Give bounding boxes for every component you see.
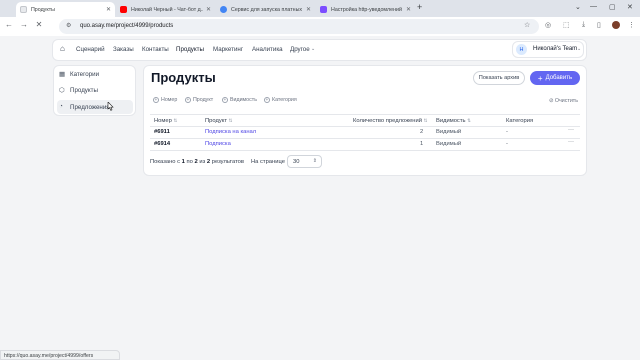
cell-number[interactable]: #6911 (154, 129, 170, 135)
add-product-button[interactable]: + Добавить (530, 71, 580, 85)
col-header-category: Категория (506, 118, 534, 124)
cell-visibility: Видимый (436, 141, 462, 147)
cell-offers: 1 (420, 141, 424, 147)
nav-marketing[interactable]: Маркетинг (213, 46, 243, 53)
team-name: Николай's Team (533, 46, 578, 52)
sidepanel-icon[interactable]: ▯ (597, 21, 601, 29)
back-icon[interactable]: ← (4, 20, 14, 29)
per-page-label: На странице (251, 159, 285, 165)
cell-product-link[interactable]: Подписка на канал (205, 129, 256, 135)
page-title: Продукты (151, 70, 216, 85)
filter-chip-visibility[interactable]: + Видимость (222, 97, 257, 103)
nav-other[interactable]: Другое (290, 46, 310, 53)
team-avatar: Н (516, 44, 527, 55)
window-close-icon[interactable]: ✕ (627, 3, 633, 11)
grid-icon: ▦ (59, 71, 66, 78)
close-tab-icon[interactable]: ✕ (406, 6, 411, 13)
box-icon: ⬡ (59, 87, 65, 94)
divider (150, 114, 580, 115)
menu-kebab-icon[interactable]: ⋮ (628, 21, 635, 29)
browser-tab[interactable]: Настройка http-уведомлений ... ✕ (316, 2, 415, 17)
youtube-icon (120, 6, 127, 13)
filter-chip-category[interactable]: + Категория (264, 97, 297, 103)
browser-tab-active[interactable]: Продукты ✕ (16, 2, 115, 17)
mouse-pointer-icon (107, 102, 114, 111)
divider (150, 138, 580, 139)
cell-product-link[interactable]: Подписка (205, 141, 231, 147)
cell-number[interactable]: #6914 (154, 141, 170, 147)
nav-scenario[interactable]: Сценарий (76, 46, 105, 53)
plus-circle-icon: + (264, 96, 270, 103)
plus-circle-icon: + (222, 96, 228, 103)
extensions-puzzle-icon[interactable]: ⬚ (563, 21, 570, 29)
site-info-icon[interactable]: ⚙ (66, 22, 71, 29)
nav-contacts[interactable]: Контакты (142, 46, 169, 53)
nav-analytics[interactable]: Аналитика (252, 46, 283, 53)
bookmark-star-icon[interactable]: ☆ (524, 21, 530, 29)
stop-loading-icon[interactable]: ✕ (34, 20, 44, 29)
sort-icon: ⇅ (173, 118, 178, 123)
row-actions-icon[interactable]: ··· (568, 127, 574, 133)
browser-tab[interactable]: Николай Черный - Чат-бот д... ✕ (116, 2, 215, 17)
row-actions-icon[interactable]: ··· (568, 139, 574, 145)
sidebar-item-products[interactable]: Продукты (57, 83, 133, 97)
browser-status-url: https://quo.asay.me/project/4999/offers (0, 350, 120, 360)
globe-icon (220, 6, 227, 13)
col-header-offers[interactable]: Количество предложений ⇅ (353, 118, 427, 124)
plus-icon: + (537, 73, 543, 83)
extension-icon[interactable]: ◎ (545, 21, 551, 29)
maximize-icon[interactable]: ▢ (609, 3, 616, 11)
new-tab-button[interactable]: + (417, 2, 422, 12)
download-icon[interactable]: ⤓ (582, 21, 585, 29)
per-page-select[interactable]: 30 ⇕ (287, 155, 322, 168)
divider (150, 150, 580, 151)
sidebar-item-offers[interactable]: Предложения (57, 100, 133, 114)
divider (150, 126, 580, 127)
sort-icon: ⇅ (228, 118, 233, 123)
chevron-down-icon: ⌄ (577, 46, 582, 52)
plus-circle-icon: + (153, 96, 159, 103)
show-archive-button[interactable]: Показать архив (473, 71, 525, 85)
clear-filters-button[interactable]: ⊘ Очистить (549, 98, 578, 104)
chevron-updown-icon: ⇕ (312, 158, 317, 164)
minimize-icon[interactable]: — (590, 3, 597, 10)
profile-avatar[interactable] (612, 21, 620, 29)
col-header-visibility[interactable]: Видимость ⇅ (436, 118, 471, 124)
tag-icon: ◔ (59, 103, 63, 110)
plus-circle-icon: + (185, 96, 191, 103)
filter-chip-number[interactable]: + Номер (153, 97, 177, 103)
close-tab-icon[interactable]: ✕ (206, 6, 211, 13)
col-header-number[interactable]: Номер ⇅ (154, 118, 177, 124)
tab-search-icon[interactable]: ⌄ (575, 3, 581, 11)
col-header-product[interactable]: Продукт ⇅ (205, 118, 232, 124)
sort-icon: ⇅ (423, 118, 428, 123)
browser-tab[interactable]: Сервис для запуска платных с... ✕ (216, 2, 315, 17)
cell-visibility: Видимый (436, 129, 462, 135)
sidebar-item-categories[interactable]: Категории (57, 67, 133, 81)
page-favicon-icon (20, 6, 27, 13)
chevron-down-icon: ⌄ (311, 46, 316, 52)
url-text[interactable]: quo.asay.me/project/4999/products (80, 23, 173, 29)
nav-products[interactable]: Продукты (176, 46, 204, 53)
forward-icon[interactable]: → (19, 20, 29, 29)
filter-chip-product[interactable]: + Продукт (185, 97, 213, 103)
site-icon (320, 6, 327, 13)
cell-category: - (506, 141, 508, 147)
close-tab-icon[interactable]: ✕ (106, 6, 111, 13)
cell-offers: 2 (420, 129, 424, 135)
close-tab-icon[interactable]: ✕ (306, 6, 311, 13)
sort-icon: ⇅ (467, 118, 471, 123)
nav-orders[interactable]: Заказы (113, 46, 134, 53)
pagination-summary: Показано с 1 по 2 из 2 результатов (150, 159, 244, 165)
cell-category: - (506, 129, 508, 135)
home-icon[interactable]: ⌂ (60, 44, 65, 53)
